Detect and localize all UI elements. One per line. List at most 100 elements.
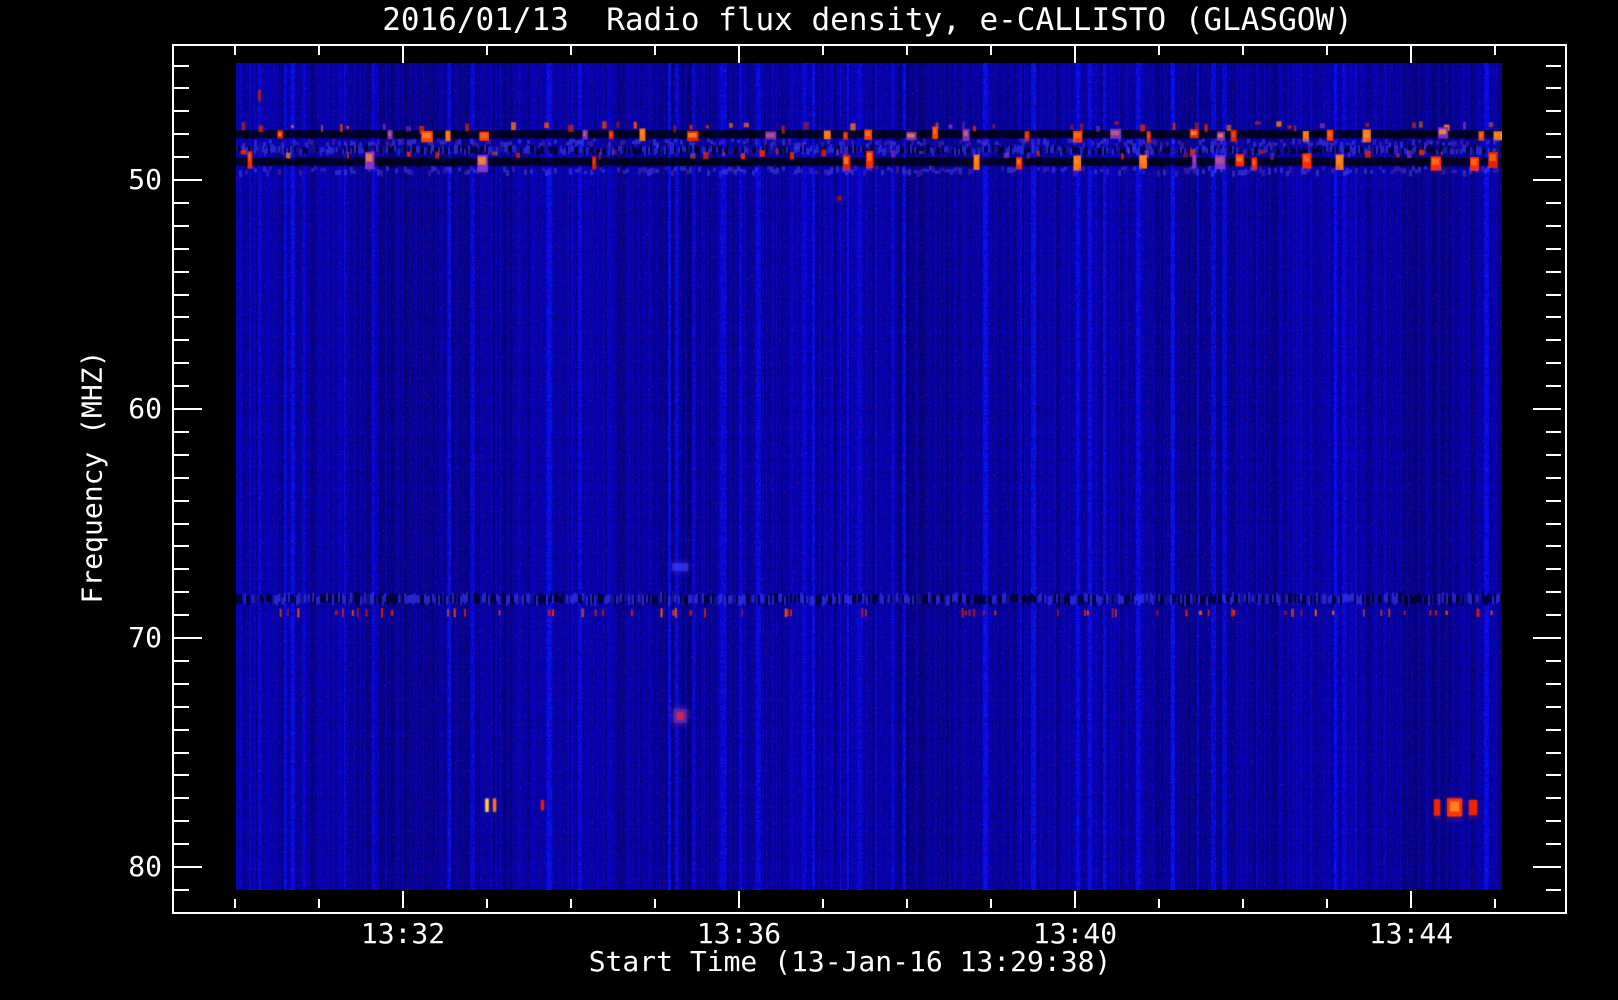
axis-tick xyxy=(174,202,189,204)
axis-tick xyxy=(174,225,189,227)
axis-tick xyxy=(174,133,189,135)
axis-tick xyxy=(1546,271,1561,273)
y-tick-label: 70 xyxy=(128,621,162,654)
axis-tick xyxy=(174,385,189,387)
axis-tick xyxy=(1158,899,1160,908)
axis-tick xyxy=(174,889,189,891)
axis-tick xyxy=(570,46,572,55)
axis-tick xyxy=(174,774,189,776)
axis-tick xyxy=(1546,339,1561,341)
axis-tick xyxy=(1546,248,1561,250)
axis-tick xyxy=(1546,706,1561,708)
axis-tick xyxy=(1546,500,1561,502)
axis-tick xyxy=(174,362,189,364)
axis-tick xyxy=(1533,637,1561,639)
axis-tick xyxy=(1546,843,1561,845)
axis-tick xyxy=(234,46,236,55)
axis-tick xyxy=(1546,889,1561,891)
axis-tick xyxy=(174,614,189,616)
spectrogram-figure: 2016/01/13 Radio flux density, e-CALLIST… xyxy=(0,0,1618,1000)
axis-tick xyxy=(1546,294,1561,296)
axis-tick xyxy=(1546,660,1561,662)
axis-tick xyxy=(1546,568,1561,570)
axis-tick xyxy=(402,891,404,908)
axis-tick xyxy=(174,454,189,456)
axis-tick xyxy=(174,797,189,799)
axis-tick xyxy=(1546,87,1561,89)
axis-tick xyxy=(822,899,824,908)
axis-tick xyxy=(318,46,320,55)
y-tick-label: 50 xyxy=(128,163,162,196)
axis-tick xyxy=(1546,820,1561,822)
axis-tick xyxy=(174,683,189,685)
axis-tick xyxy=(1326,46,1328,55)
axis-tick xyxy=(1074,891,1076,908)
axis-tick xyxy=(486,46,488,55)
axis-tick xyxy=(1533,866,1561,868)
axis-tick xyxy=(1546,614,1561,616)
x-axis-label: Start Time (13-Jan-16 13:29:38) xyxy=(588,945,1112,978)
axis-tick xyxy=(1546,797,1561,799)
axis-tick xyxy=(822,46,824,55)
axis-tick xyxy=(1494,46,1496,55)
axis-tick xyxy=(1546,523,1561,525)
axis-tick xyxy=(1158,46,1160,55)
axis-tick xyxy=(1546,752,1561,754)
y-tick-label: 60 xyxy=(128,392,162,425)
axis-tick xyxy=(174,316,189,318)
axis-tick xyxy=(1546,477,1561,479)
axis-tick xyxy=(174,568,189,570)
axis-tick xyxy=(1410,46,1412,63)
axis-tick xyxy=(174,660,189,662)
axis-tick xyxy=(1546,225,1561,227)
axis-tick xyxy=(1533,408,1561,410)
axis-tick xyxy=(990,899,992,908)
axis-tick xyxy=(1242,899,1244,908)
axis-tick xyxy=(654,899,656,908)
axis-tick xyxy=(1546,65,1561,67)
axis-tick xyxy=(174,339,189,341)
axis-tick xyxy=(1546,202,1561,204)
axis-tick xyxy=(1546,454,1561,456)
axis-tick xyxy=(174,248,189,250)
axis-tick xyxy=(174,500,189,502)
axis-tick xyxy=(402,46,404,63)
axis-tick xyxy=(1546,156,1561,158)
axis-tick xyxy=(174,843,189,845)
axis-tick xyxy=(486,899,488,908)
axis-tick xyxy=(1242,46,1244,55)
axis-tick xyxy=(906,46,908,55)
axis-frame xyxy=(172,44,1567,914)
axis-tick xyxy=(174,65,189,67)
axis-tick xyxy=(1533,179,1561,181)
axis-tick xyxy=(174,156,189,158)
axis-tick xyxy=(1546,385,1561,387)
axis-tick xyxy=(174,866,202,868)
axis-tick xyxy=(1546,362,1561,364)
axis-tick xyxy=(990,46,992,55)
axis-tick xyxy=(318,899,320,908)
axis-tick xyxy=(738,891,740,908)
axis-tick xyxy=(174,179,202,181)
axis-tick xyxy=(174,477,189,479)
axis-tick xyxy=(738,46,740,63)
plot-title: 2016/01/13 Radio flux density, e-CALLIST… xyxy=(382,2,1353,38)
axis-tick xyxy=(1410,891,1412,908)
axis-tick xyxy=(1546,316,1561,318)
axis-tick xyxy=(174,637,202,639)
axis-tick xyxy=(1546,774,1561,776)
axis-tick xyxy=(1546,545,1561,547)
axis-tick xyxy=(570,899,572,908)
axis-tick xyxy=(174,591,189,593)
axis-tick xyxy=(174,87,189,89)
axis-tick xyxy=(1546,591,1561,593)
axis-tick xyxy=(174,729,189,731)
axis-tick xyxy=(174,752,189,754)
axis-tick xyxy=(1546,110,1561,112)
y-axis-label: Frequency (MHZ) xyxy=(75,350,109,604)
axis-tick xyxy=(174,706,189,708)
axis-tick xyxy=(174,523,189,525)
axis-tick xyxy=(174,431,189,433)
x-tick-label: 13:44 xyxy=(1368,917,1454,950)
axis-tick xyxy=(1074,46,1076,63)
